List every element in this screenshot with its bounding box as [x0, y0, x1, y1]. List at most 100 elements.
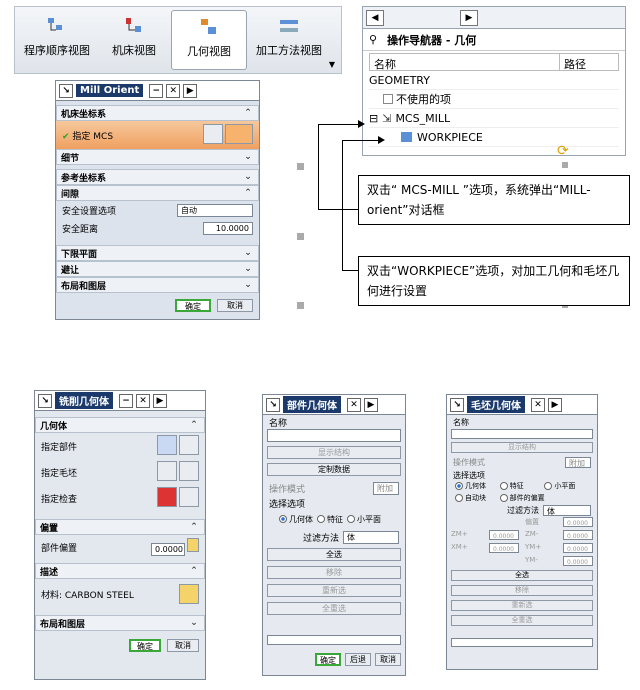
filter-select[interactable]: 体 — [543, 504, 591, 516]
section-lower[interactable]: 下限平面 ⌄ — [56, 245, 259, 261]
part-select-icon[interactable] — [157, 434, 177, 455]
close-icon[interactable]: ✕ — [166, 83, 181, 98]
safe-option-select[interactable]: 自动 — [177, 203, 253, 217]
remove-button[interactable]: 移除 — [267, 566, 401, 579]
scroll-left-icon[interactable]: ◀ — [366, 9, 384, 26]
offset-input[interactable]: 0.0000 — [563, 530, 593, 540]
safe-distance-input[interactable]: 10.0000 — [203, 221, 253, 235]
tree-label: MCS_MILL — [395, 111, 451, 125]
geometry-view-button[interactable]: 几何视图 — [171, 10, 247, 70]
radio-geometry[interactable]: 几何体 — [455, 481, 500, 491]
offset-input[interactable]: 0.0000 — [489, 530, 519, 540]
radio-facet[interactable]: 小平面 — [347, 514, 381, 525]
method-view-button[interactable]: 加工方法视图 — [251, 10, 327, 70]
machine-view-button[interactable]: 机床视图 — [101, 10, 167, 70]
more-icon[interactable]: ▶ — [153, 393, 167, 408]
collapse-icon[interactable]: ⊟ — [369, 112, 378, 125]
flashlight-icon[interactable] — [179, 486, 199, 507]
close-icon[interactable]: ✕ — [531, 397, 545, 412]
minimize-icon[interactable]: − — [119, 393, 133, 408]
check-icon: ✔ — [62, 131, 70, 142]
pin-icon[interactable]: ⚲ — [369, 33, 377, 46]
offset-input[interactable]: 0.0000 — [563, 517, 593, 527]
check-select-icon[interactable] — [157, 486, 177, 507]
reselect-all-button[interactable]: 全重选 — [451, 615, 593, 626]
op-mode-select[interactable]: 附加 — [373, 481, 399, 495]
ok-button[interactable]: 确定 — [315, 653, 341, 666]
section-layout[interactable]: 布局和图层 ⌄ — [35, 615, 205, 631]
section-gap[interactable]: 间隙 ⌃ — [56, 185, 259, 201]
specify-check-label: 指定检查 — [41, 494, 78, 505]
ok-button[interactable]: 确定 — [129, 639, 161, 652]
radio-autoblock[interactable]: 自动块 — [455, 493, 500, 503]
pin-icon[interactable]: ↘ — [450, 397, 464, 412]
close-icon[interactable]: ✕ — [136, 393, 150, 408]
horizontal-scrollbar[interactable] — [267, 635, 401, 645]
chevron-up-icon: ⌃ — [244, 188, 252, 198]
pin-icon[interactable]: ↘ — [266, 397, 280, 412]
radio-geometry[interactable]: 几何体 — [279, 514, 313, 525]
name-input[interactable] — [267, 429, 401, 442]
section-layout[interactable]: 布局和图层 ⌄ — [56, 277, 259, 293]
select-all-button[interactable]: 全选 — [451, 570, 593, 581]
section-offset[interactable]: 偏置 ⌃ — [35, 519, 205, 535]
section-avoid[interactable]: 避让 ⌄ — [56, 261, 259, 277]
blank-geometry-titlebar: ↘ 毛坯几何体 ✕ ▶ — [447, 395, 597, 415]
section-mcs[interactable]: 机床坐标系 ⌃ — [56, 105, 259, 121]
material-edit-icon[interactable] — [179, 584, 199, 604]
tree-row-workpiece[interactable]: WORKPIECE — [369, 128, 619, 147]
more-icon[interactable]: ▶ — [548, 397, 562, 412]
part-offset-input[interactable]: 0.0000 — [151, 543, 185, 556]
more-icon[interactable]: ▶ — [183, 83, 198, 98]
more-icon[interactable]: ▶ — [364, 397, 378, 412]
tree-row-geometry[interactable]: GEOMETRY — [369, 71, 619, 90]
radio-facet[interactable]: 小平面 — [544, 481, 589, 491]
close-icon[interactable]: ✕ — [347, 397, 361, 412]
offset-input[interactable]: 0.0000 — [563, 543, 593, 553]
col-path[interactable]: 路径 — [560, 54, 590, 71]
csys-dropdown-icon[interactable] — [225, 123, 253, 144]
col-name[interactable]: 名称 — [370, 54, 560, 71]
detail-row[interactable]: 细节 ⌄ — [56, 149, 259, 165]
toolbar-more-icon[interactable]: ▼ — [329, 60, 335, 69]
ok-button[interactable]: 确定 — [175, 299, 211, 312]
tree-row-unused[interactable]: 不使用的项 — [369, 90, 619, 109]
flashlight-icon[interactable] — [179, 434, 199, 455]
remove-button[interactable]: 移除 — [451, 585, 593, 596]
horizontal-scrollbar[interactable] — [451, 638, 593, 647]
custom-data-button[interactable]: 定制数据 — [267, 463, 401, 476]
radio-feature[interactable]: 特征 — [317, 514, 343, 525]
show-structure-button[interactable]: 显示结构 — [451, 442, 593, 453]
reselect-all-button[interactable]: 全重选 — [267, 602, 401, 615]
offset-input[interactable]: 0.0000 — [489, 543, 519, 553]
reselect-button[interactable]: 重新选 — [451, 600, 593, 611]
cancel-button[interactable]: 取消 — [167, 639, 199, 652]
tree-row-mcs-mill[interactable]: ⊟ ⇲ MCS_MILL — [369, 109, 619, 128]
minimize-icon[interactable]: − — [149, 83, 164, 98]
blank-select-icon[interactable] — [157, 460, 177, 481]
reselect-button[interactable]: 重新选 — [267, 584, 401, 597]
radio-part-offset[interactable]: 部件的偏置 — [499, 493, 589, 503]
section-desc[interactable]: 描述 ⌃ — [35, 563, 205, 579]
specify-blank-label: 指定毛坯 — [41, 468, 78, 479]
section-geometry[interactable]: 几何体 ⌃ — [35, 417, 205, 433]
flashlight-icon[interactable] — [179, 460, 199, 481]
name-input[interactable] — [451, 429, 593, 439]
radio-feature[interactable]: 特征 — [499, 481, 545, 491]
specify-mcs-row[interactable]: ✔ 指定 MCS — [56, 121, 259, 149]
show-structure-button[interactable]: 显示结构 — [267, 446, 401, 459]
program-order-view-button[interactable]: 程序顺序视图 — [17, 10, 97, 70]
cancel-button[interactable]: 取消 — [217, 299, 253, 312]
select-all-button[interactable]: 全选 — [267, 548, 401, 561]
scroll-right-icon[interactable]: ▶ — [460, 9, 478, 26]
pin-icon[interactable]: ↘ — [59, 83, 73, 98]
offset-input[interactable]: 0.0000 — [563, 556, 593, 566]
back-button[interactable]: 后退 — [345, 653, 371, 666]
pin-icon[interactable]: ↘ — [38, 393, 52, 408]
op-mode-select[interactable]: 附加 — [565, 457, 591, 468]
section-ref[interactable]: 参考坐标系 ⌄ — [56, 169, 259, 185]
cancel-button[interactable]: 取消 — [375, 653, 401, 666]
lock-icon[interactable] — [187, 538, 199, 552]
filter-select[interactable]: 体 — [343, 530, 399, 544]
csys-dialog-icon[interactable] — [203, 123, 223, 144]
